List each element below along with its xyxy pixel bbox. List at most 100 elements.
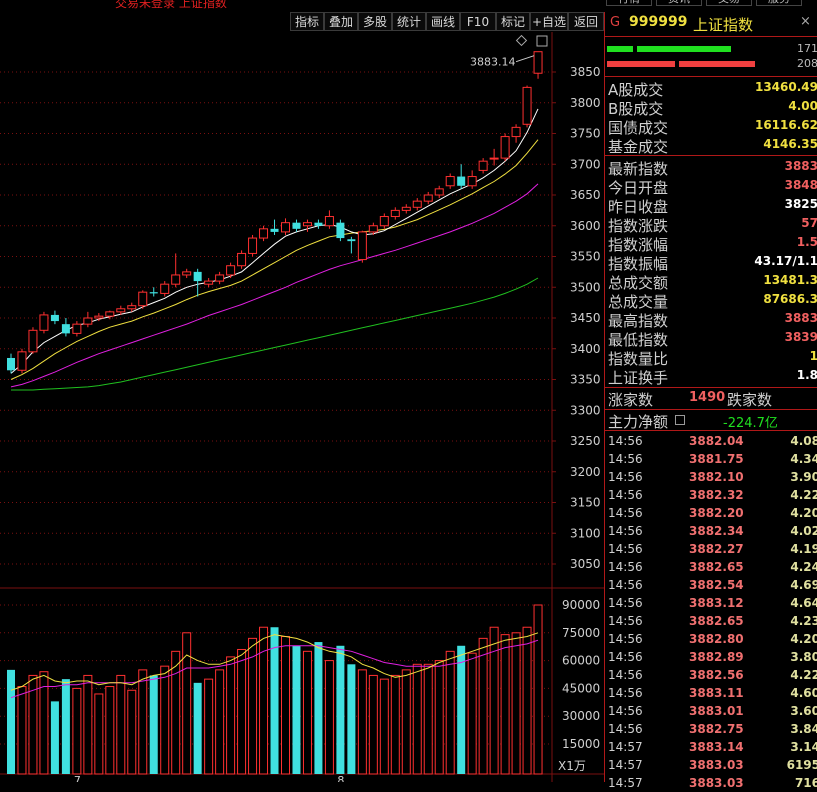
price-axis-label: 3100 (570, 526, 601, 540)
overlay-button[interactable]: 叠加 (324, 12, 358, 31)
statistics-button[interactable]: 统计 (392, 12, 426, 31)
volume-bar-up (533, 604, 543, 775)
main-flow-icon[interactable] (675, 415, 685, 425)
tick-row: 14:56 3883.11 4.60 (605, 684, 817, 702)
tick-row: 14:56 3882.80 4.20 (605, 630, 817, 648)
row-value: 43.17/1.1 (754, 254, 817, 268)
status-text: 交易未登录 上证指数 (115, 0, 227, 10)
tick-price: 3882.89 (689, 650, 744, 664)
down-bar-red (607, 61, 675, 67)
row-label: 今日开盘 (608, 179, 669, 197)
row-value: 13481.3 (763, 273, 817, 287)
tick-time: 14:56 (608, 686, 643, 700)
tick-row: 14:56 3882.56 4.22 (605, 666, 817, 684)
turnover-row: 基金成交 4146.35 (605, 136, 817, 156)
divider (605, 155, 817, 156)
tick-volume: 4.22 (790, 488, 817, 502)
tick-price: 3882.27 (689, 542, 744, 556)
volume-bar-down (347, 664, 356, 774)
main-flow-row: 主力净额 -224.7亿 (605, 411, 817, 431)
price-axis-label: 3800 (570, 96, 601, 110)
multi-stock-button[interactable]: 多股 (358, 12, 392, 31)
candle-body-up (105, 311, 115, 317)
back-button[interactable]: 返回 (568, 12, 604, 31)
tick-time: 14:56 (608, 488, 643, 502)
tick-row: 14:56 3882.04 4.08 (605, 432, 817, 450)
volume-bar-up (215, 669, 225, 775)
tick-price: 3882.75 (689, 722, 744, 736)
tick-row: 14:56 3882.65 4.23 (605, 612, 817, 630)
volume-bar-up (511, 632, 521, 775)
latest-price-pointer (515, 55, 535, 63)
tick-volume: 3.80 (790, 650, 817, 664)
indicator-button[interactable]: 指标 (290, 12, 324, 31)
tab-service[interactable]: 服务 (756, 0, 802, 6)
tick-price: 3882.54 (689, 578, 744, 592)
row-value: 3848 (784, 178, 817, 192)
tick-row: 14:56 3882.27 4.19 (605, 540, 817, 558)
kline-chart[interactable]: 3850 3800 3750 3700 3650 3600 3550 3500 3450 3400… (0, 32, 604, 787)
volume-bar-down (149, 675, 158, 774)
candle-body-up (500, 136, 510, 159)
tick-time: 14:57 (608, 740, 643, 754)
volume-bar-up (259, 626, 269, 775)
candle-body-up (116, 308, 126, 313)
candle-body-up (368, 225, 378, 233)
tick-row: 14:56 3882.10 3.90 (605, 468, 817, 486)
tab-news[interactable]: 资讯 (656, 0, 702, 6)
quote-row: 昨日收盘 3825 (605, 196, 817, 216)
add-watchlist-button[interactable]: +自选 (530, 12, 568, 31)
row-label: 总成交量 (608, 293, 669, 311)
volume-bar-down (61, 679, 70, 774)
tick-time: 14:56 (608, 506, 643, 520)
candle-body-down (457, 176, 466, 186)
candle-body-up (160, 283, 170, 294)
tick-volume: 4.20 (790, 632, 817, 646)
candle-body-up (127, 305, 137, 310)
row-label: 指数涨幅 (608, 236, 669, 254)
tick-volume: 3.14 (790, 740, 817, 754)
volume-bar-up (522, 626, 532, 775)
draw-line-button[interactable]: 画线 (426, 12, 460, 31)
price-axis-label: 3500 (570, 280, 601, 294)
candle-body-up (423, 194, 433, 202)
tick-volume: 4.20 (790, 506, 817, 520)
down-bar-red-long (679, 61, 755, 67)
mark-button[interactable]: 标记 (496, 12, 530, 31)
row-value: 1.8 (796, 368, 817, 382)
candle-body-up (281, 222, 290, 233)
tick-row: 14:57 3883.03 6195 (605, 756, 817, 774)
up-bar-green-long (637, 46, 731, 52)
tick-volume: 3.90 (790, 470, 817, 484)
volume-bar-up (390, 674, 400, 775)
volume-axis-label: 90000 (562, 598, 600, 612)
volume-bar-up (83, 674, 93, 775)
volume-bar-up (302, 650, 312, 775)
tick-volume: 3.84 (790, 722, 817, 736)
kline-chart-area[interactable]: 3850 3800 3750 3700 3650 3600 3550 3500 3450 3400… (0, 32, 604, 787)
candle-body-up (412, 200, 422, 208)
volume-bar-up (478, 637, 488, 775)
tick-time: 14:56 (608, 578, 643, 592)
volume-bar-down (336, 645, 345, 774)
tick-price: 3883.03 (689, 758, 744, 772)
row-value: 3839 (784, 330, 817, 344)
close-icon[interactable]: × (800, 14, 811, 29)
up-count: 171 (797, 42, 817, 55)
tab-quotes[interactable]: 行情 (606, 0, 652, 6)
quote-row: 总成交量 87686.3 (605, 291, 817, 311)
tick-time: 14:56 (608, 542, 643, 556)
tick-row: 14:56 3882.54 4.69 (605, 576, 817, 594)
tick-row: 14:56 3882.20 4.20 (605, 504, 817, 522)
volume-bar-up (182, 632, 192, 775)
candle-body-up (511, 126, 521, 138)
volume-bar-down (292, 645, 301, 774)
candle-body-up (94, 315, 104, 319)
tab-trade[interactable]: 交易 (706, 0, 752, 6)
f10-button[interactable]: F10 (460, 12, 496, 31)
price-axis-label: 3150 (570, 496, 601, 510)
quote-row: 总成交额 13481.3 (605, 272, 817, 292)
tick-volume: 4.64 (790, 596, 817, 610)
tick-row: 14:57 3883.03 716 (605, 774, 817, 792)
tick-time: 14:56 (608, 560, 643, 574)
